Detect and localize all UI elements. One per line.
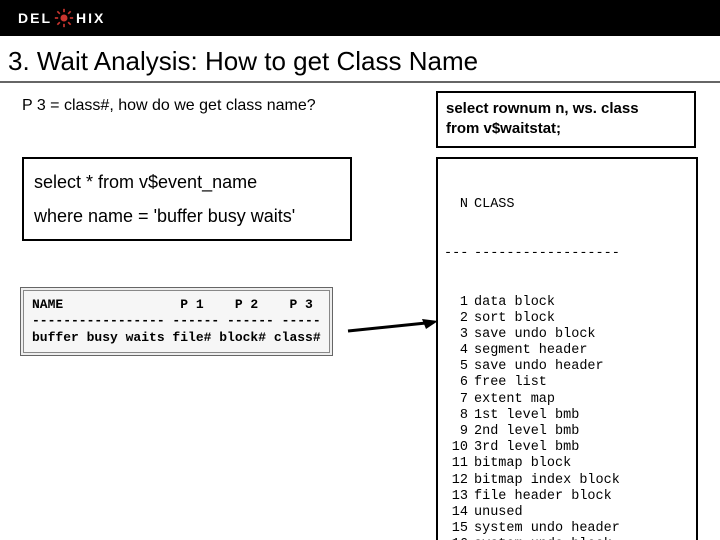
class-list-row: 6free list [444,375,686,391]
class-list-row-n: 4 [444,343,474,359]
logo-text-right: HIX [76,10,105,26]
class-list-row-n: 3 [444,327,474,343]
class-list-row-class: extent map [474,392,686,408]
class-list-row-n: 14 [444,505,474,521]
class-list-row-class: data block [474,295,686,311]
class-list-row: 7extent map [444,392,686,408]
class-list-row-class: 1st level bmb [474,408,686,424]
class-list-row: 12bitmap index block [444,473,686,489]
event-table-divider: ----------------- ------ ------ ----- [32,313,321,328]
class-list-row-class: system undo header [474,521,686,537]
class-list-row-class: sort block [474,311,686,327]
class-list-row-class: segment header [474,343,686,359]
class-list-row: 14unused [444,505,686,521]
class-list-row-n: 11 [444,456,474,472]
logo-text-left: DEL [18,10,52,26]
class-list-row: 15system undo header [444,521,686,537]
header-bar: DEL HIX [0,0,720,36]
class-list-row: 5save undo header [444,359,686,375]
class-list-row-class: free list [474,375,686,391]
event-table-inner: NAME P 1 P 2 P 3 ----------------- -----… [23,290,330,353]
class-list-row: 103rd level bmb [444,440,686,456]
class-list-row-class: file header block [474,489,686,505]
class-list-n-header: N [444,197,474,213]
content-area: P 3 = class#, how do we get class name? … [0,97,720,540]
class-list-row: 92nd level bmb [444,424,686,440]
sql-waitstat-line1: select rownum n, ws. class [446,99,686,119]
class-list-rows: 1data block2sort block3save undo block4s… [444,295,686,540]
sql-eventname-box: select * from v$event_name where name = … [22,157,352,241]
class-list-row: 11bitmap block [444,456,686,472]
class-list-row-n: 13 [444,489,474,505]
sql-eventname-line2: where name = 'buffer busy waits' [34,199,340,233]
event-table-header: NAME P 1 P 2 P 3 [32,297,313,312]
class-list-row-class: save undo header [474,359,686,375]
event-table-box: NAME P 1 P 2 P 3 ----------------- -----… [20,287,333,356]
brand-logo: DEL HIX [18,8,105,28]
class-list-row-n: 5 [444,359,474,375]
class-list-c-div: ------------------ [474,246,686,262]
class-list-row-n: 10 [444,440,474,456]
class-list-divider: --------------------- [444,246,686,262]
class-list-row-n: 15 [444,521,474,537]
class-list-row-class: 3rd level bmb [474,440,686,456]
class-list-row: 3save undo block [444,327,686,343]
class-list-row: 81st level bmb [444,408,686,424]
class-list-row-class: save undo block [474,327,686,343]
sql-waitstat-box: select rownum n, ws. class from v$waitst… [436,91,696,148]
class-list-row-n: 2 [444,311,474,327]
class-list-header: NCLASS [444,197,686,213]
class-list-n-div: --- [444,246,474,262]
class-list-row-class: 2nd level bmb [474,424,686,440]
class-list-row-n: 7 [444,392,474,408]
class-list-row: 2sort block [444,311,686,327]
class-list-row: 13file header block [444,489,686,505]
class-list-box: NCLASS --------------------- 1data block… [436,157,698,540]
class-list-row-n: 6 [444,375,474,391]
sql-waitstat-line2: from v$waitstat; [446,119,686,139]
event-table-row: buffer busy waits file# block# class# [32,330,321,345]
class-list-row-n: 1 [444,295,474,311]
class-list-row: 1data block [444,295,686,311]
class-list-row: 4segment header [444,343,686,359]
class-list-row-class: bitmap index block [474,473,686,489]
sql-eventname-line1: select * from v$event_name [34,165,340,199]
class-list-c-header: CLASS [474,197,686,213]
class-list-row-n: 9 [444,424,474,440]
class-list-row-class: unused [474,505,686,521]
class-list-row-class: bitmap block [474,456,686,472]
sun-icon [54,8,74,28]
title-underline [0,81,720,83]
arrow-icon [346,319,438,335]
slide-title: 3. Wait Analysis: How to get Class Name [8,46,710,77]
class-list-row-n: 8 [444,408,474,424]
class-list-row-n: 12 [444,473,474,489]
